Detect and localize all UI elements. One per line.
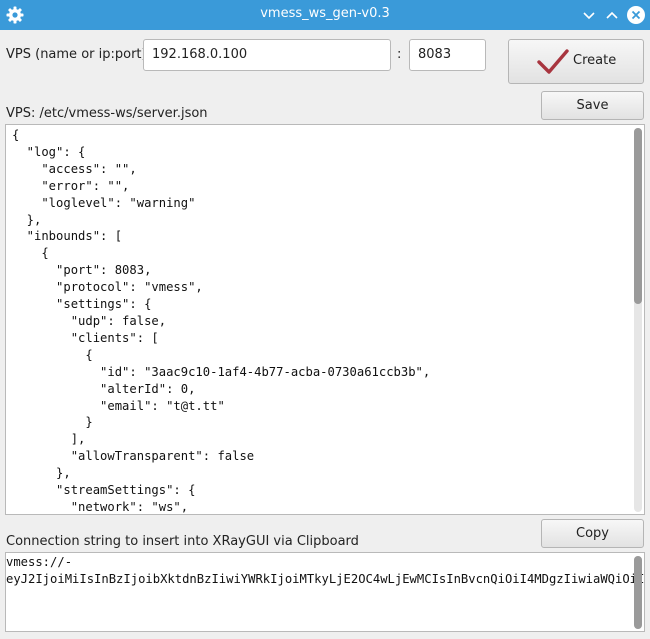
connection-string-line-1[interactable]: vmess://- — [6, 555, 72, 569]
config-json-editor[interactable]: { "log": { "access": "", "error": "", "l… — [5, 124, 645, 515]
config-path-label: VPS: /etc/vmess-ws/server.json — [6, 106, 208, 121]
vps-label: VPS (name or ip:port) — [6, 47, 147, 62]
connection-scrollbar[interactable] — [634, 556, 642, 629]
vps-host-input[interactable]: 192.168.0.100 — [143, 39, 391, 71]
title-bar[interactable]: vmess_ws_gen-v0.3 — [0, 0, 650, 30]
port-separator: : — [397, 47, 402, 62]
connection-string-field[interactable]: vmess://- eyJ2IjoiMiIsInBzIjoibXktdnBzIi… — [5, 552, 645, 632]
config-scrollbar[interactable] — [634, 128, 642, 512]
create-button[interactable]: Create — [508, 39, 644, 84]
copy-button[interactable]: Copy — [541, 519, 644, 548]
connection-string-line-2[interactable]: eyJ2IjoiMiIsInBzIjoibXktdnBzIiwiYWRkIjoi… — [6, 572, 644, 586]
connection-scrollbar-thumb[interactable] — [634, 556, 642, 629]
vps-port-input[interactable]: 8083 — [409, 39, 486, 71]
close-icon[interactable] — [625, 4, 647, 26]
create-button-label: Create — [573, 53, 617, 68]
checkmark-icon — [537, 48, 569, 80]
save-button[interactable]: Save — [541, 91, 644, 120]
maximize-icon[interactable] — [601, 4, 623, 26]
connection-string-label: Connection string to insert into XRayGUI… — [6, 534, 359, 549]
config-json-text[interactable]: { "log": { "access": "", "error": "", "l… — [12, 127, 430, 514]
config-scrollbar-thumb[interactable] — [634, 128, 642, 304]
window-title: vmess_ws_gen-v0.3 — [260, 6, 390, 21]
app-window: vmess_ws_gen-v0.3 VPS (name or ip:port) … — [0, 0, 650, 639]
minimize-icon[interactable] — [578, 4, 600, 26]
